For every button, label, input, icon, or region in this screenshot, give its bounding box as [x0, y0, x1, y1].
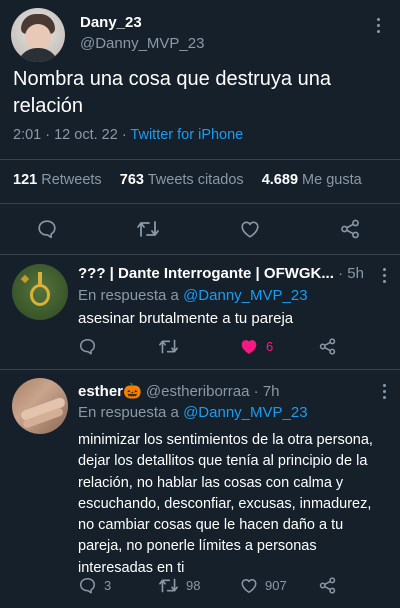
more-icon[interactable]: [376, 18, 382, 36]
reply-to-label: En respuesta a: [78, 287, 184, 304]
quotes-stat[interactable]: 763 Tweets citados: [120, 172, 244, 188]
like-icon[interactable]: [239, 337, 259, 356]
share-icon[interactable]: [339, 218, 361, 240]
like-count: 907: [265, 578, 287, 593]
reply-text-line: pareja, no ponerle límites a personas: [78, 538, 317, 555]
reply-to-label: En respuesta a: [78, 404, 184, 421]
tweet-time: 2:01 · 12 oct. 22 ·: [13, 127, 131, 143]
reply-text-line: minimizar los sentimientos de la otra pe…: [78, 432, 373, 448]
retweet-count: 98: [186, 578, 201, 593]
reply-to-line: En respuesta a @Danny_MVP_23: [78, 404, 308, 421]
likes-stat[interactable]: 4.689 Me gusta: [262, 172, 362, 188]
author-display-name[interactable]: Dany_23: [80, 14, 142, 31]
like-icon[interactable]: [239, 576, 259, 595]
retweets-label: Retweets: [41, 172, 102, 188]
reply-count: 3: [104, 578, 112, 593]
reply-to-line: En respuesta a @Danny_MVP_23: [78, 287, 308, 304]
likes-count: 4.689: [261, 172, 299, 188]
likes-label: Me gusta: [302, 172, 362, 188]
author-avatar[interactable]: [11, 8, 65, 62]
reply-to-handle[interactable]: @Danny_MVP_23: [183, 287, 307, 304]
divider: [0, 254, 400, 255]
reply-text: asesinar brutalmente a tu pareja: [78, 310, 294, 327]
more-icon[interactable]: [382, 384, 388, 402]
reply-meta: @estheriborraa · 7h: [145, 383, 280, 400]
reply-avatar[interactable]: [12, 264, 68, 320]
like-count: 6: [266, 339, 274, 354]
retweets-stat[interactable]: 121 Retweets: [13, 172, 102, 188]
reply-text-line: interesadas en ti: [78, 559, 185, 576]
reply-text-line: dejar los detallitos que tenía al princi…: [78, 453, 368, 470]
like-icon[interactable]: [239, 218, 261, 240]
reply-text: minimizar los sentimientos de la otra pe…: [78, 430, 396, 579]
reply-display-name[interactable]: esther🎃: [78, 383, 142, 400]
reply-text-line: no cambiar cosas que le hacen daño a tu: [78, 517, 344, 534]
reply-text-line: relación, no hablar las cosas con calma …: [78, 474, 344, 491]
quotes-count: 763: [119, 172, 144, 188]
retweet-icon[interactable]: [158, 337, 179, 356]
reply-text-line: escuchando, desconfiar, excusas, inmadur…: [78, 495, 372, 512]
tweet-timestamp: 2:01 · 12 oct. 22 · Twitter for iPhone: [13, 127, 243, 143]
retweet-icon[interactable]: [158, 576, 179, 595]
share-icon[interactable]: [318, 337, 337, 356]
retweets-count: 121: [13, 172, 38, 188]
reply-header: esther🎃 @estheriborraa · 7h: [78, 382, 378, 400]
divider: [0, 159, 400, 160]
more-icon[interactable]: [382, 268, 388, 286]
tweet-source-link[interactable]: Twitter for iPhone: [130, 127, 243, 143]
author-handle[interactable]: @Danny_MVP_23: [80, 35, 204, 52]
divider: [0, 203, 400, 204]
reply-icon[interactable]: [36, 218, 58, 240]
reply-header: ??? | Dante Interrogante | OFWGK... · 5h: [78, 265, 378, 282]
retweet-icon[interactable]: [136, 218, 160, 240]
reply-icon[interactable]: [78, 576, 97, 595]
quotes-label: Tweets citados: [147, 172, 244, 188]
reply-icon[interactable]: [78, 337, 97, 356]
tweet-text: Nombra una cosa que destruya una relació…: [13, 68, 331, 117]
reply-to-handle[interactable]: @Danny_MVP_23: [183, 404, 307, 421]
share-icon[interactable]: [318, 576, 337, 595]
reply-meta: · 5h: [338, 265, 364, 282]
reply-display-name[interactable]: ??? | Dante Interrogante | OFWGK...: [78, 265, 334, 282]
tweet-stats: 121 Retweets 763 Tweets citados 4.689 Me…: [13, 172, 362, 188]
divider: [0, 369, 400, 370]
reply-avatar[interactable]: [12, 378, 68, 434]
